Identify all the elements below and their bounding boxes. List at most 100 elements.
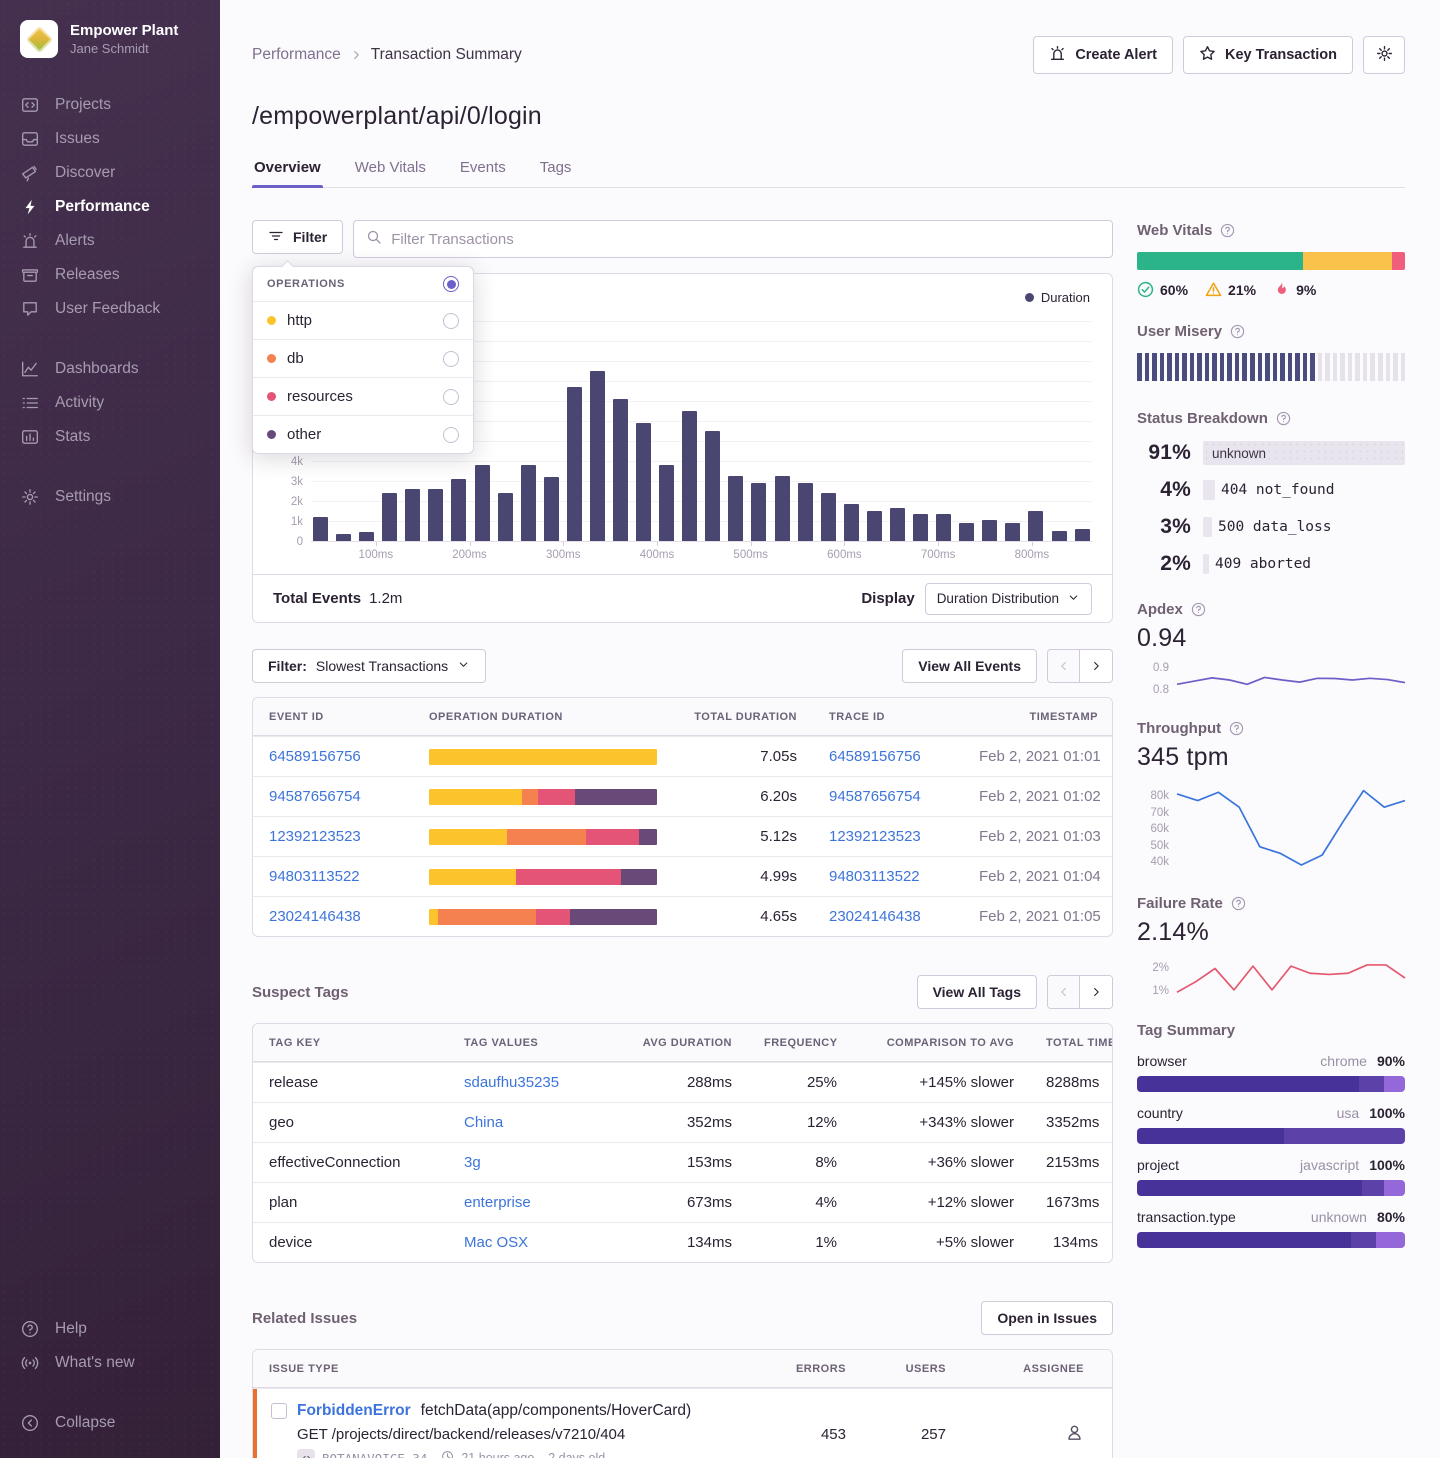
sidebar-item-stats[interactable]: Stats <box>0 420 220 454</box>
user-name: Jane Schmidt <box>70 41 178 56</box>
issue-type-link[interactable]: ForbiddenError <box>297 1402 411 1420</box>
user-misery-segment <box>1220 353 1225 381</box>
filter-button-label: Filter <box>293 229 327 245</box>
sidebar-item-activity[interactable]: Activity <box>0 386 220 420</box>
event-id-link[interactable]: 94803113522 <box>269 868 360 885</box>
tab-events[interactable]: Events <box>458 151 508 187</box>
view-all-tags-button[interactable]: View All Tags <box>917 975 1037 1009</box>
operation-segment-orange <box>507 829 587 845</box>
sidebar-item-settings[interactable]: Settings <box>0 480 220 514</box>
web-vitals-stat: 9% <box>1273 281 1316 298</box>
tag-value-link[interactable]: sdaufhu35235 <box>464 1074 559 1091</box>
settings-gear-button[interactable] <box>1363 36 1405 74</box>
user-misery-segment <box>1242 353 1247 381</box>
column-header-timestamp: TIMESTAMP <box>963 711 1113 723</box>
operation-segment-orange <box>438 909 536 925</box>
event-id-link[interactable]: 23024146438 <box>269 908 361 925</box>
operation-option-label: db <box>287 350 304 367</box>
user-misery-segment <box>1167 353 1172 381</box>
tag-value-link[interactable]: enterprise <box>464 1194 531 1211</box>
operation-option-db[interactable]: db <box>253 340 473 378</box>
trace-id-link[interactable]: 23024146438 <box>829 908 921 925</box>
operation-option-resources[interactable]: resources <box>253 378 473 416</box>
trace-id-link[interactable]: 94587656754 <box>829 788 921 805</box>
operation-option-radio[interactable] <box>443 427 459 443</box>
pager-next-button[interactable] <box>1080 976 1112 1008</box>
sidebar-item-collapse[interactable]: Collapse <box>0 1406 220 1440</box>
tag-value-link[interactable]: Mac OSX <box>464 1234 528 1251</box>
status-percent: 4% <box>1137 478 1191 502</box>
view-all-events-button[interactable]: View All Events <box>902 649 1037 683</box>
tag-summary-percent: 90% <box>1377 1053 1405 1069</box>
column-header-avg-duration: AVG DURATION <box>613 1037 748 1049</box>
app-root: Empower Plant Jane Schmidt ProjectsIssue… <box>0 0 1440 1458</box>
org-switcher[interactable]: Empower Plant Jane Schmidt <box>0 20 220 58</box>
create-alert-button[interactable]: Create Alert <box>1033 36 1173 74</box>
open-in-issues-button[interactable]: Open in Issues <box>981 1301 1113 1335</box>
sidebar-item-what-s-new[interactable]: What's new <box>0 1346 220 1380</box>
question-circle-icon[interactable] <box>1231 896 1246 911</box>
slowest-transactions-select[interactable]: Filter: Slowest Transactions <box>252 649 486 683</box>
sparkline-y-label: 2% <box>1135 962 1169 974</box>
user-misery-segment <box>1227 353 1232 381</box>
operation-option-label: http <box>287 312 312 329</box>
tag-value-link[interactable]: 3g <box>464 1154 481 1171</box>
column-header-total-time-lost: TOTAL TIME LOST <box>1030 1037 1113 1049</box>
sidebar-item-alerts[interactable]: Alerts <box>0 224 220 258</box>
sidebar-item-label: Settings <box>55 488 111 506</box>
sidebar-item-discover[interactable]: Discover <box>0 156 220 190</box>
pager-next-button[interactable] <box>1080 650 1112 682</box>
status-small-row: 404 not_found <box>1203 480 1405 500</box>
operation-option-radio[interactable] <box>443 313 459 329</box>
tag-summary-bar-segment <box>1351 1232 1375 1248</box>
operation-option-radio[interactable] <box>443 389 459 405</box>
operation-segment-pink <box>516 869 621 885</box>
question-circle-icon[interactable] <box>1229 721 1244 736</box>
sidebar-item-releases[interactable]: Releases <box>0 258 220 292</box>
question-circle-icon[interactable] <box>1230 324 1245 339</box>
question-circle-icon[interactable] <box>1191 602 1206 617</box>
person-icon[interactable] <box>1065 1423 1084 1447</box>
trace-id-link[interactable]: 12392123523 <box>829 828 921 845</box>
project-badge[interactable]: BOTANAVOICE-34 <box>297 1449 427 1458</box>
sidebar-item-performance[interactable]: Performance <box>0 190 220 224</box>
operation-option-other[interactable]: other <box>253 416 473 453</box>
pager-previous-button[interactable] <box>1048 650 1080 682</box>
key-transaction-button[interactable]: Key Transaction <box>1183 36 1353 74</box>
operation-option-radio[interactable] <box>443 351 459 367</box>
issue-checkbox[interactable] <box>271 1403 287 1419</box>
web-vitals-segment <box>1303 252 1391 270</box>
right-rail: Web Vitals 60%21%9% User Misery Stat <box>1137 220 1405 1458</box>
sidebar-item-dashboards[interactable]: Dashboards <box>0 352 220 386</box>
operations-all-radio[interactable] <box>443 276 459 292</box>
sidebar-item-help[interactable]: Help <box>0 1312 220 1346</box>
operation-option-http[interactable]: http <box>253 302 473 340</box>
breadcrumb-performance[interactable]: Performance <box>252 46 341 64</box>
event-id-link[interactable]: 12392123523 <box>269 828 361 845</box>
tag-value-link[interactable]: China <box>464 1114 503 1131</box>
event-id-link[interactable]: 64589156756 <box>269 748 361 765</box>
histogram-bar <box>613 399 628 541</box>
tab-overview[interactable]: Overview <box>252 151 323 187</box>
trace-id-link[interactable]: 94803113522 <box>829 868 920 885</box>
histogram-bar <box>959 523 974 541</box>
sidebar-item-issues[interactable]: Issues <box>0 122 220 156</box>
pager-previous-button[interactable] <box>1048 976 1080 1008</box>
tab-tags[interactable]: Tags <box>538 151 574 187</box>
table-row: effectiveConnection3g153ms8%+36% slower2… <box>253 1142 1112 1182</box>
question-circle-icon[interactable] <box>1220 223 1235 238</box>
operation-duration-bar <box>429 749 657 765</box>
histogram-bar <box>659 465 674 541</box>
sidebar-item-user-feedback[interactable]: User Feedback <box>0 292 220 326</box>
sidebar-item-projects[interactable]: Projects <box>0 88 220 122</box>
filter-button[interactable]: Filter <box>252 220 343 254</box>
transaction-search-input[interactable] <box>391 231 1100 248</box>
question-circle-icon[interactable] <box>1276 411 1291 426</box>
event-id-link[interactable]: 94587656754 <box>269 788 361 805</box>
display-select[interactable]: Duration Distribution <box>925 583 1092 615</box>
trace-id-link[interactable]: 64589156756 <box>829 748 921 765</box>
histogram-y-label: 1k <box>271 516 303 528</box>
operation-duration-cell <box>413 909 673 925</box>
tab-web-vitals[interactable]: Web Vitals <box>353 151 428 187</box>
total-time-lost-cell: 3352ms <box>1030 1114 1113 1131</box>
